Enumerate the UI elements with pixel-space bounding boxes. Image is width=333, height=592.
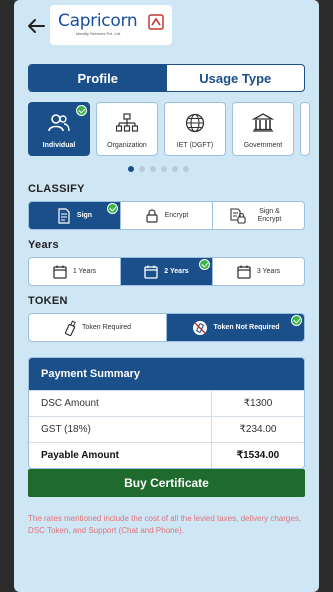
classify-option-encrypt[interactable]: Encrypt bbox=[121, 202, 213, 229]
years-option-2[interactable]: 2 Years bbox=[121, 258, 213, 285]
token-title: TOKEN bbox=[28, 295, 68, 307]
profile-card-individual[interactable]: Individual bbox=[28, 102, 90, 156]
summary-row-payable-amount: Payable Amount ₹1534.00 bbox=[29, 442, 304, 468]
globe-icon bbox=[185, 113, 205, 133]
tab-usage-type[interactable]: Usage Type bbox=[167, 65, 305, 91]
option-label: Token Required bbox=[81, 324, 132, 331]
profile-card-more[interactable] bbox=[300, 102, 310, 156]
carousel-dot[interactable] bbox=[150, 166, 156, 172]
summary-value: ₹1300 bbox=[243, 398, 273, 409]
summary-row-gst: GST (18%) ₹234.00 bbox=[29, 416, 304, 442]
carousel-dot[interactable] bbox=[172, 166, 178, 172]
org-chart-icon bbox=[116, 113, 138, 132]
payment-summary-title: Payment Summary bbox=[29, 358, 304, 390]
summary-label: GST (18%) bbox=[29, 417, 212, 442]
summary-value: ₹234.00 bbox=[239, 424, 277, 435]
buy-certificate-button[interactable]: Buy Certificate bbox=[28, 469, 305, 497]
logo-mark-icon bbox=[148, 14, 164, 30]
no-token-icon bbox=[192, 320, 207, 335]
tab-profile[interactable]: Profile bbox=[29, 65, 167, 91]
card-label: Individual bbox=[42, 142, 76, 149]
summary-label: DSC Amount bbox=[29, 391, 212, 416]
payment-summary: Payment Summary DSC Amount ₹1300 GST (18… bbox=[28, 357, 305, 469]
logo: Capricorn Identity Services Pvt. Ltd. bbox=[50, 5, 172, 45]
carousel-dot[interactable] bbox=[183, 166, 189, 172]
logo-subtitle: Identity Services Pvt. Ltd. bbox=[76, 31, 122, 36]
users-icon bbox=[48, 114, 70, 132]
app-screen: Capricorn Identity Services Pvt. Ltd. Pr… bbox=[14, 0, 319, 592]
government-building-icon bbox=[252, 113, 274, 132]
lock-icon bbox=[146, 208, 158, 223]
carousel-dots bbox=[128, 166, 189, 172]
years-title: Years bbox=[28, 239, 59, 251]
token-selector: Token Required Token Not Required bbox=[28, 313, 305, 342]
summary-value: ₹1534.00 bbox=[236, 450, 280, 461]
back-arrow-icon[interactable] bbox=[24, 14, 48, 38]
selected-check-icon bbox=[199, 259, 210, 270]
calendar-icon bbox=[144, 265, 158, 279]
card-label: IET (DGFT) bbox=[176, 142, 214, 149]
logo-text: Capricorn bbox=[58, 11, 138, 31]
profile-card-government[interactable]: Government bbox=[232, 102, 294, 156]
pricing-note: The rates mentioned include the cost of … bbox=[28, 514, 302, 535]
selected-check-icon bbox=[291, 315, 302, 326]
option-label: Sign bbox=[76, 212, 93, 219]
option-label: Encrypt bbox=[164, 212, 189, 219]
top-bar: Capricorn Identity Services Pvt. Ltd. bbox=[14, 0, 319, 52]
profile-usage-tabs: Profile Usage Type bbox=[28, 64, 305, 92]
option-label: Token Not Required bbox=[213, 324, 280, 331]
profile-card-organization[interactable]: Organization bbox=[96, 102, 158, 156]
carousel-dot[interactable] bbox=[139, 166, 145, 172]
token-option-not-required[interactable]: Token Not Required bbox=[167, 314, 304, 341]
years-option-1[interactable]: 1 Years bbox=[29, 258, 121, 285]
carousel-dot[interactable] bbox=[161, 166, 167, 172]
calendar-icon bbox=[53, 265, 67, 279]
summary-label: Payable Amount bbox=[29, 443, 212, 468]
card-label: Organization bbox=[107, 142, 147, 149]
device-bezel-right bbox=[319, 0, 333, 592]
option-label: 3 Years bbox=[256, 268, 281, 275]
carousel-dot[interactable] bbox=[128, 166, 134, 172]
document-sign-icon bbox=[58, 207, 70, 224]
profile-card-list: Individual Organization IET (DGFT) Gover… bbox=[28, 102, 310, 156]
usb-token-icon bbox=[64, 320, 76, 336]
token-option-required[interactable]: Token Required bbox=[29, 314, 167, 341]
calendar-icon bbox=[237, 265, 251, 279]
selected-check-icon bbox=[107, 203, 118, 214]
selected-check-icon bbox=[76, 105, 87, 116]
option-label: 2 Years bbox=[164, 268, 189, 275]
classify-selector: Sign Encrypt Sign & Encrypt bbox=[28, 201, 305, 230]
profile-card-iet-dgft[interactable]: IET (DGFT) bbox=[164, 102, 226, 156]
sign-encrypt-icon bbox=[229, 207, 246, 224]
years-selector: 1 Years 2 Years 3 Years bbox=[28, 257, 305, 286]
classify-title: CLASSIFY bbox=[28, 183, 85, 195]
summary-row-dsc-amount: DSC Amount ₹1300 bbox=[29, 390, 304, 416]
option-label: 1 Years bbox=[72, 268, 97, 275]
classify-option-sign-encrypt[interactable]: Sign & Encrypt bbox=[213, 202, 304, 229]
device-bezel-left bbox=[0, 0, 14, 592]
card-label: Government bbox=[243, 142, 283, 149]
option-label: Sign & Encrypt bbox=[257, 207, 282, 223]
classify-option-sign[interactable]: Sign bbox=[29, 202, 121, 229]
years-option-3[interactable]: 3 Years bbox=[213, 258, 304, 285]
